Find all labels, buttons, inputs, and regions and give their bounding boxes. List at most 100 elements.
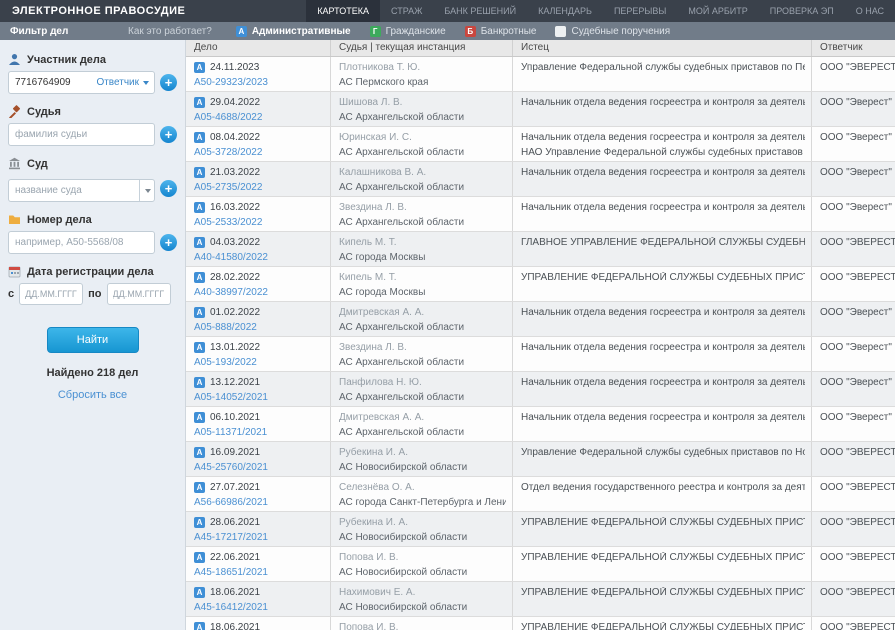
add-case-number-button[interactable]: + <box>160 234 177 251</box>
case-number-link[interactable]: А40-38997/2022 <box>194 287 324 298</box>
case-cell: А29.04.2022А05-4688/2022 <box>186 92 331 126</box>
case-number-link[interactable]: А05-4688/2022 <box>194 112 324 123</box>
case-date: А18.06.2021 <box>194 587 324 598</box>
court-name: АС города Москвы <box>339 252 506 263</box>
top-nav: КАРТОТЕКАСТРАЖБАНК РЕШЕНИЙКАЛЕНДАРЬПЕРЕР… <box>306 0 895 22</box>
tab-административные[interactable]: ААдминистративные <box>236 26 351 37</box>
nav-item-мой-арбитр[interactable]: МОЙ АРБИТР <box>677 0 758 22</box>
case-number-link[interactable]: А45-17217/2021 <box>194 532 324 543</box>
case-type-letter-icon: Г <box>370 26 381 37</box>
tab-гражданские[interactable]: Г Гражданские <box>370 26 446 37</box>
case-date-text: 28.06.2021 <box>210 517 260 528</box>
gavel-icon <box>8 105 21 118</box>
participant-label: Участник дела <box>27 54 106 66</box>
case-number-link[interactable]: А05-3728/2022 <box>194 147 324 158</box>
nav-item-перерывы[interactable]: ПЕРЕРЫВЫ <box>603 0 677 22</box>
case-number-link[interactable]: А45-16412/2021 <box>194 602 324 613</box>
table-header: Дело Судья | текущая инстанция Истец Отв… <box>186 40 895 57</box>
plaintiff-cell: Начальник отдела ведения госреестра и ко… <box>513 302 812 336</box>
add-participant-button[interactable]: + <box>160 74 177 91</box>
add-court-button[interactable]: + <box>160 180 177 197</box>
date-to-input[interactable] <box>107 283 171 305</box>
judge-name: Кипель М. Т. <box>339 237 506 248</box>
judge-name: Рубекина И. А. <box>339 447 506 458</box>
plaintiff-line: Начальник отдела ведения госреестра и ко… <box>521 412 805 423</box>
case-cell: А28.06.2021А45-17217/2021 <box>186 512 331 546</box>
table-row: А22.06.2021А45-18651/2021Попова И. В.АС … <box>186 547 895 582</box>
plaintiff-line: Начальник отдела ведения госреестра и ко… <box>521 307 805 318</box>
case-number-link[interactable]: А05-888/2022 <box>194 322 324 333</box>
case-type-icon: А <box>194 237 205 248</box>
court-dropdown-button[interactable] <box>139 180 155 201</box>
nav-item-картотека[interactable]: КАРТОТЕКА <box>306 0 380 22</box>
add-judge-button[interactable]: + <box>160 126 177 143</box>
judge-name: Панфилова Н. Ю. <box>339 377 506 388</box>
reset-all-link[interactable]: Сбросить все <box>8 389 177 401</box>
plaintiff-cell: Управление Федеральной службы судебных п… <box>513 442 812 476</box>
defendant-cell: ООО "Эверест" <box>812 337 895 371</box>
table-row: А13.12.2021 А05-14052/2021 Панфилова Н. Ю.… <box>186 372 895 407</box>
tab-банкротные[interactable]: ББанкротные <box>465 26 537 37</box>
case-type-letter-icon <box>555 26 566 37</box>
nav-item-проверка-эп[interactable]: ПРОВЕРКА ЭП <box>759 0 845 22</box>
tab-судебные-поручения[interactable]: Судебные поручения <box>555 26 670 37</box>
court-input[interactable] <box>8 179 155 202</box>
nav-item-банк-решений[interactable]: БАНК РЕШЕНИЙ <box>433 0 527 22</box>
plaintiff-line: Начальник отдела ведения госреестра и ко… <box>521 132 805 143</box>
case-number-link[interactable]: А45-18651/2021 <box>194 567 324 578</box>
participant-role-value: Ответчик <box>96 77 139 88</box>
case-type-icon: А <box>194 272 205 283</box>
table-row: А18.06.2021А45-16412/2021Нахимович Е. А.… <box>186 582 895 617</box>
case-number-link[interactable]: А45-25760/2021 <box>194 462 324 473</box>
judge-cell: Кипель М. Т.АС города Москвы <box>331 267 513 301</box>
defendant-cell: ООО "Эверест" <box>812 197 895 231</box>
court-name: АС Архангельской области <box>339 357 506 368</box>
plaintiff-cell: УПРАВЛЕНИЕ ФЕДЕРАЛЬНОЙ СЛУЖБЫ СУДЕБНЫХ П… <box>513 512 812 546</box>
tab-label: Гражданские <box>386 26 446 37</box>
plaintiff-cell: УПРАВЛЕНИЕ ФЕДЕРАЛЬНОЙ СЛУЖБЫ СУДЕБНЫХ П… <box>513 267 812 301</box>
case-number-link[interactable]: А56-66986/2021 <box>194 497 324 508</box>
case-cell: А13.12.2021 А05-14052/2021 <box>186 372 331 406</box>
judge-input[interactable] <box>8 123 155 146</box>
plaintiff-cell: Управление Федеральной службы судебных п… <box>513 57 812 91</box>
nav-item-страж[interactable]: СТРАЖ <box>380 0 433 22</box>
search-button[interactable]: Найти <box>47 327 139 353</box>
judge-name: Калашникова В. А. <box>339 167 506 178</box>
date-from-input[interactable] <box>19 283 83 305</box>
judge-name: Попова И. В. <box>339 622 506 630</box>
column-header-case: Дело <box>186 40 331 56</box>
case-number-link[interactable]: А05-193/2022 <box>194 357 324 368</box>
case-cell: А24.11.2023А50-29323/2023 <box>186 57 331 91</box>
case-cell: А01.02.2022А05-888/2022 <box>186 302 331 336</box>
defendant-cell: ООО "ЭВЕРЕСТ" <box>812 57 895 91</box>
case-number-link[interactable]: А50-29323/2023 <box>194 77 324 88</box>
nav-item-о-нас[interactable]: О НАС <box>845 0 895 22</box>
court-section-label: Суд <box>8 157 177 170</box>
court-name: АС Архангельской области <box>339 392 506 403</box>
case-number-input[interactable] <box>8 231 155 254</box>
case-number-link[interactable]: А05-2533/2022 <box>194 217 324 228</box>
how-it-works-link[interactable]: Как это работает? <box>128 26 212 37</box>
case-date: А04.03.2022 <box>194 237 324 248</box>
judge-cell: Шишова Л. В.АС Архангельской области <box>331 92 513 126</box>
judge-cell: Дмитревская А. А.АС Архангельской област… <box>331 302 513 336</box>
nav-item-календарь[interactable]: КАЛЕНДАРЬ <box>527 0 603 22</box>
case-type-letter-icon: А <box>236 26 247 37</box>
plaintiff-cell: Начальник отдела ведения госреестра и ко… <box>513 92 812 126</box>
case-date: А28.02.2022 <box>194 272 324 283</box>
case-date-text: 16.09.2021 <box>210 447 260 458</box>
case-number-link[interactable]: А05-11371/2021 <box>194 427 324 438</box>
table-row: А06.10.2021А05-11371/2021Дмитревская А. … <box>186 407 895 442</box>
case-type-icon: А <box>194 97 205 108</box>
defendant-cell: ООО "Эверест" <box>812 302 895 336</box>
case-number-link[interactable]: А05-14052/2021 <box>194 392 324 403</box>
tab-label: Судебные поручения <box>571 26 670 37</box>
court-name: АС Архангельской области <box>339 182 506 193</box>
participant-role-select[interactable]: Ответчик <box>96 71 149 94</box>
case-number-link[interactable]: А40-41580/2022 <box>194 252 324 263</box>
defendant-cell: ООО "ЭВЕРЕСТ" <box>812 442 895 476</box>
judge-cell: Рубекина И. А.АС Новосибирской области <box>331 442 513 476</box>
case-date: А13.12.2021 <box>194 377 324 388</box>
date-to-label: по <box>88 288 101 300</box>
case-number-link[interactable]: А05-2735/2022 <box>194 182 324 193</box>
